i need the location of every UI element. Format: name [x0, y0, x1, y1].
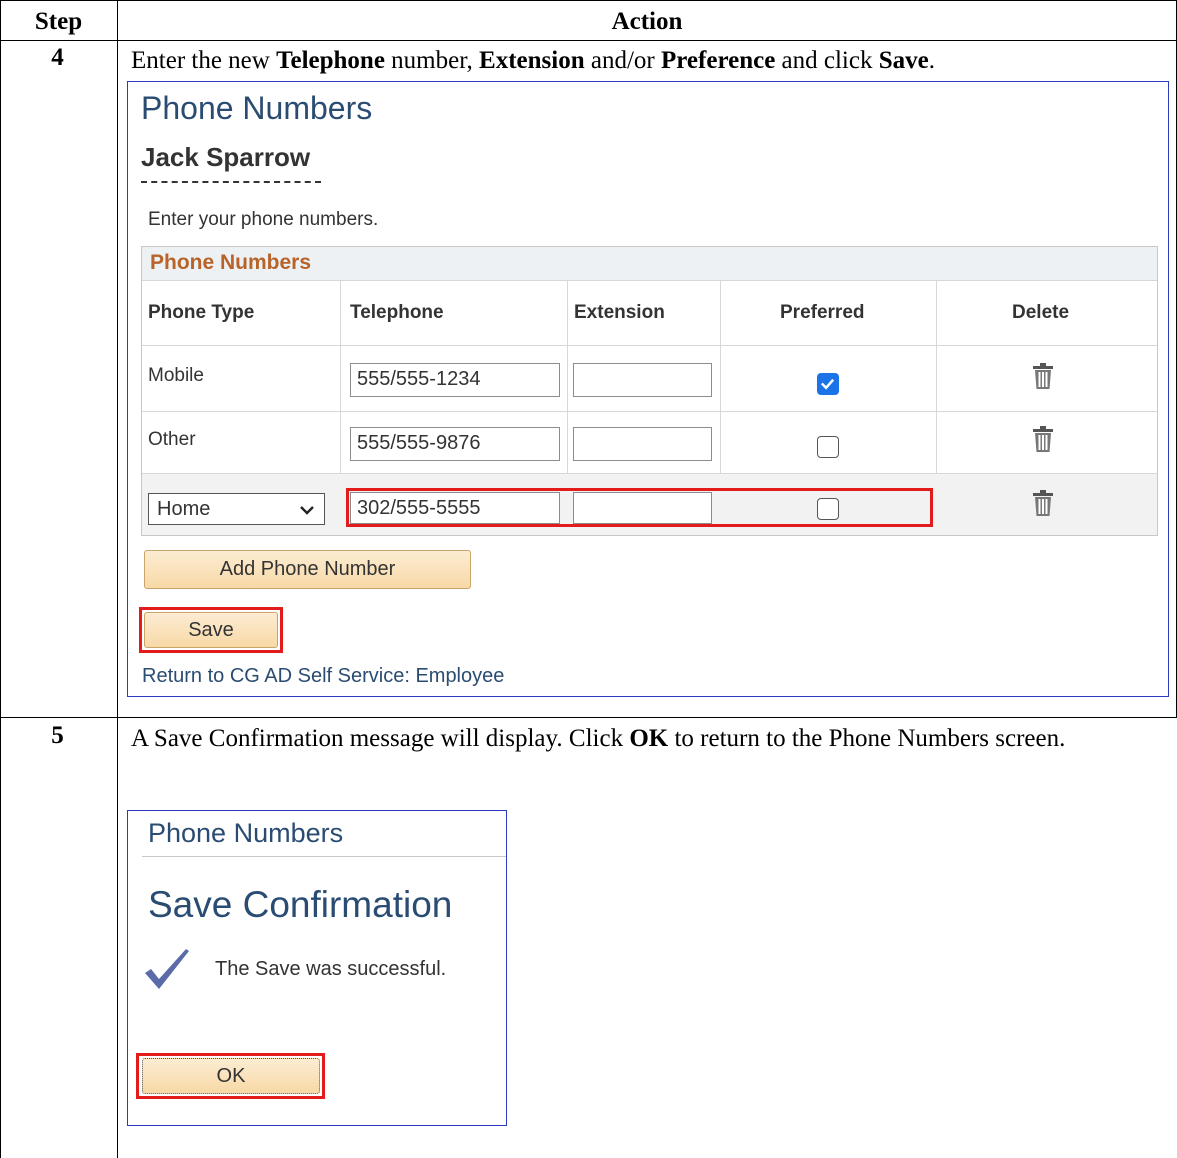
instruction-table: Step Action 4 Enter the new Telephone nu… [0, 0, 1177, 1158]
header-action: Action [611, 8, 683, 35]
table-header-divider [0, 40, 1177, 41]
success-message: The Save was successful. [215, 958, 447, 980]
table-left-border [0, 0, 1, 1158]
delete-button-other[interactable] [1032, 425, 1054, 458]
instruction-text: Enter your phone numbers. [148, 209, 379, 230]
name-underline [141, 181, 321, 183]
row-sep [142, 411, 1157, 412]
grid-title: Phone Numbers [150, 251, 312, 274]
col-header-delete: Delete [1012, 302, 1070, 323]
highlight-new-row [346, 488, 933, 527]
row-mobile-type: Mobile [148, 365, 204, 386]
extension-input-mobile[interactable] [573, 363, 712, 397]
phone-type-selected: Home [157, 498, 211, 520]
title-divider [142, 856, 506, 857]
save-button[interactable]: Save [144, 612, 278, 648]
delete-button-home[interactable] [1032, 489, 1054, 522]
col-header-preferred[interactable]: Preferred [780, 302, 865, 324]
col-header-phone-type[interactable]: Phone Type [148, 302, 254, 324]
extension-input-other[interactable] [573, 427, 712, 461]
col-header-telephone[interactable]: Telephone [350, 302, 444, 324]
table-top-border [0, 0, 1177, 1]
save-confirmation-screenshot: Phone Numbers Save Confirmation The Save… [127, 810, 507, 1126]
trash-icon [1033, 490, 1053, 516]
return-link[interactable]: Return to CG AD Self Service: Employee [142, 665, 504, 688]
delete-button-mobile[interactable] [1032, 362, 1054, 395]
header-step: Step [34, 8, 83, 35]
preferred-checkbox-other[interactable] [817, 436, 839, 458]
telephone-input-other[interactable]: 555/555-9876 [350, 427, 560, 461]
step-5-number: 5 [51, 722, 64, 749]
chevron-down-icon [300, 506, 314, 515]
telephone-input-mobile[interactable]: 555/555-1234 [350, 363, 560, 397]
grid-header: Phone Numbers [142, 247, 1157, 281]
step-5-instruction: A Save Confirmation message will display… [131, 725, 1066, 752]
trash-icon [1033, 363, 1053, 389]
confirm-page-title: Phone Numbers [148, 818, 344, 848]
check-icon [820, 378, 835, 390]
preferred-checkbox-mobile[interactable] [817, 373, 839, 395]
confirm-heading: Save Confirmation [148, 884, 453, 925]
row-other-type: Other [148, 429, 196, 450]
employee-name: Jack Sparrow [141, 142, 311, 172]
page-title: Phone Numbers [141, 90, 373, 126]
ok-button[interactable]: OK [142, 1058, 320, 1094]
trash-icon [1033, 426, 1053, 452]
phone-type-select[interactable]: Home [148, 493, 325, 525]
step-4-number: 4 [51, 44, 64, 71]
success-check-icon [142, 947, 192, 998]
phone-numbers-screenshot: Phone Numbers Jack Sparrow Enter your ph… [127, 81, 1169, 697]
table-column-divider [117, 0, 118, 1158]
row-sep [142, 345, 1157, 346]
col-header-extension[interactable]: Extension [574, 302, 665, 324]
add-phone-number-button[interactable]: Add Phone Number [144, 550, 471, 589]
step-4-instruction: Enter the new Telephone number, Extensio… [131, 47, 935, 74]
table-row-divider [0, 717, 1177, 718]
